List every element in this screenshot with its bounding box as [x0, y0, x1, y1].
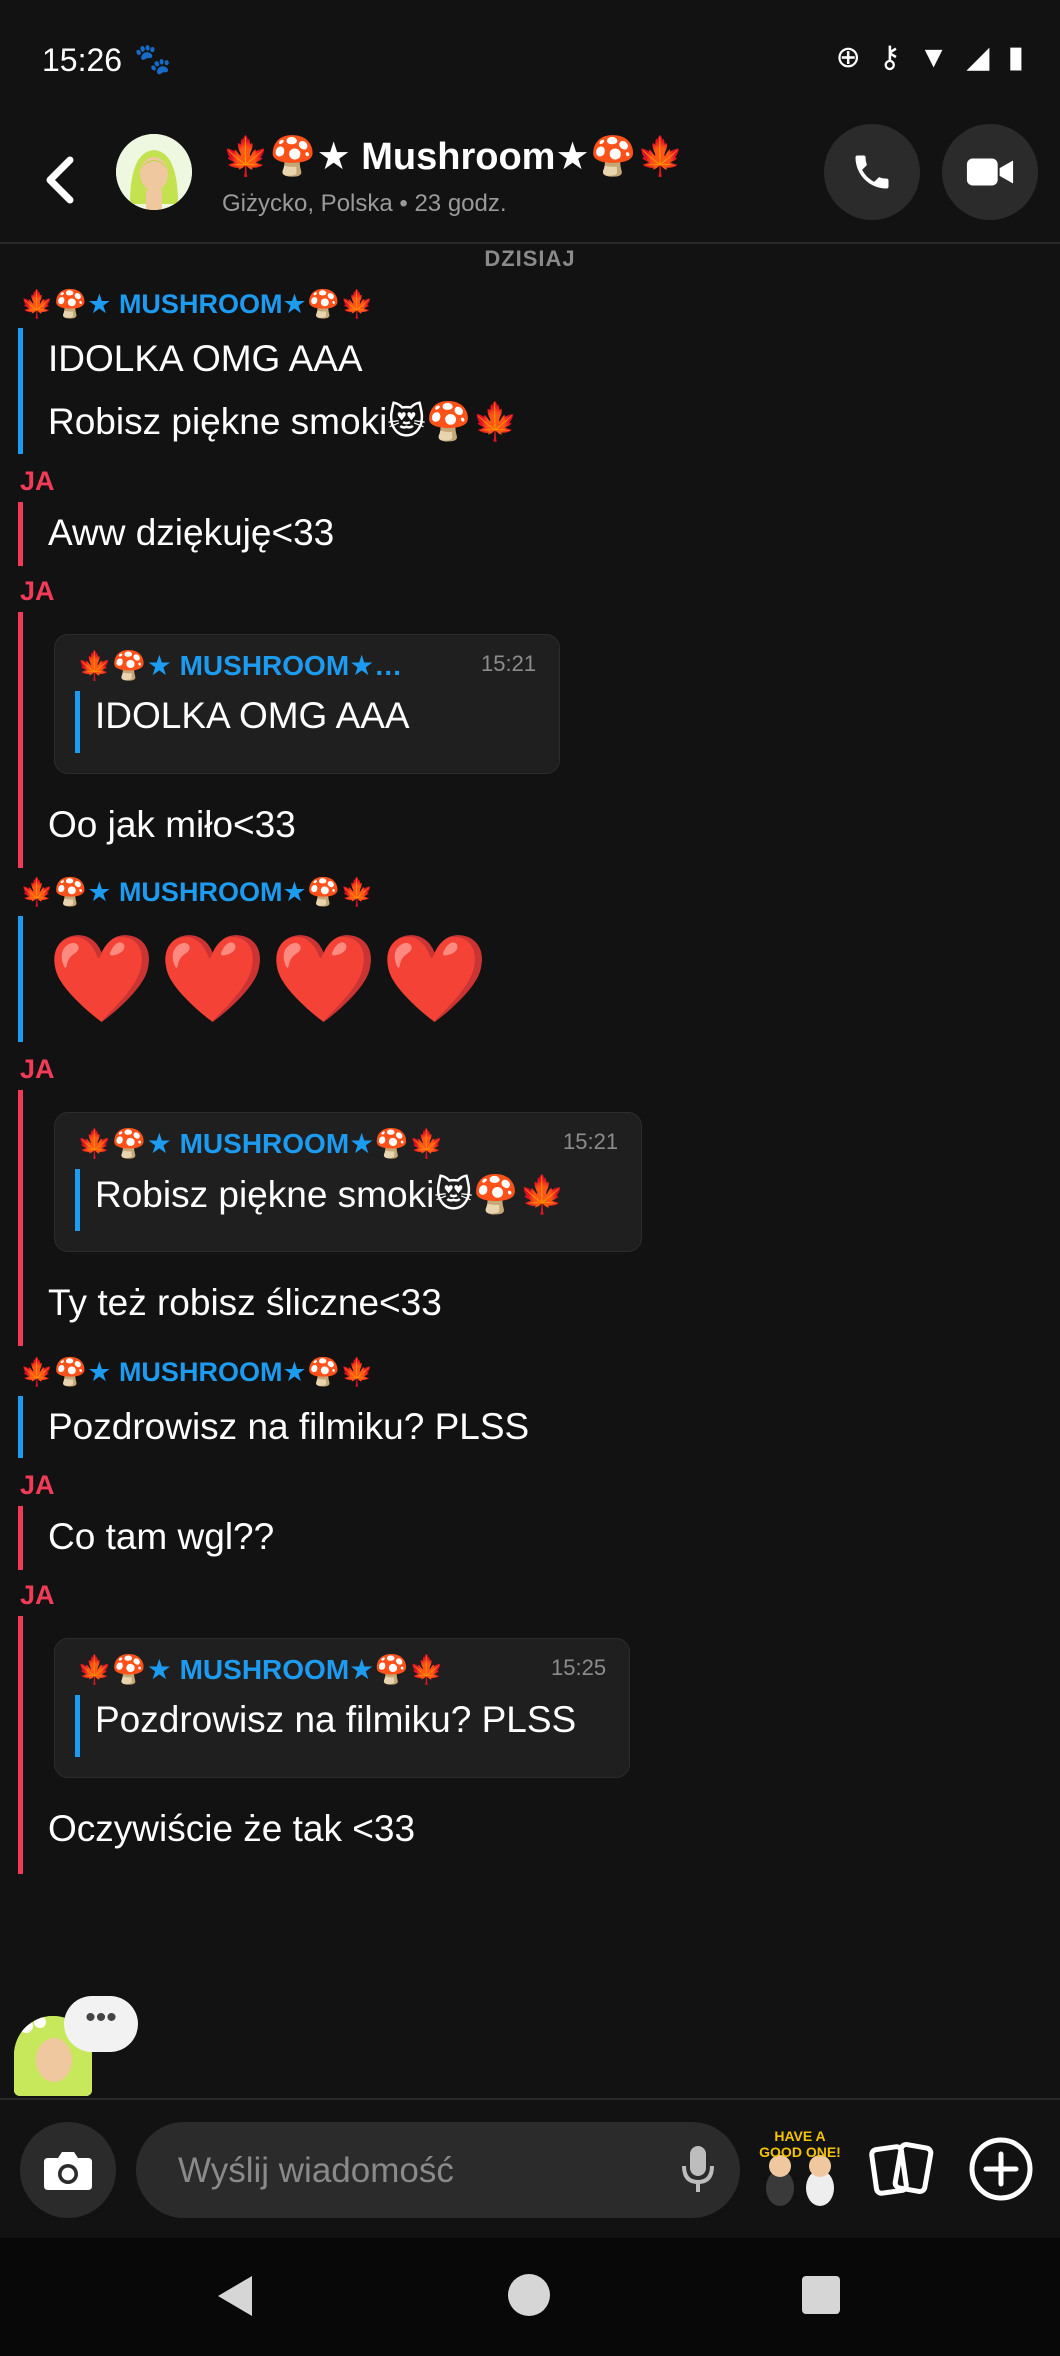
status-icons: ⊕ ⚷ ▼ ◢ ▮ — [836, 40, 1024, 75]
message-text[interactable]: Oo jak miło<33 — [48, 804, 296, 846]
message-text[interactable]: Co tam wgl?? — [48, 1516, 274, 1558]
video-call-button[interactable] — [942, 124, 1038, 220]
message-text[interactable]: Ty też robisz śliczne<33 — [48, 1282, 442, 1324]
battery-icon: ▮ — [1007, 41, 1024, 74]
message-group-bar — [18, 1506, 23, 1570]
message-input-container[interactable] — [136, 2122, 740, 2220]
message-group-bar — [18, 612, 23, 868]
bitmoji-avatar-icon — [116, 134, 192, 210]
call-button[interactable] — [824, 124, 920, 220]
message-group-bar — [18, 916, 23, 1042]
chat-subtitle: Giżycko, Polska • 23 godz. — [222, 190, 507, 217]
status-bar: 15:26 🐾 ⊕ ⚷ ▼ ◢ ▮ — [0, 0, 1060, 120]
message-text[interactable]: IDOLKA OMG AAA — [48, 338, 363, 380]
quoted-sender: 🍁🍄★ MUSHROOM★🍄🍁 — [77, 1654, 444, 1685]
sender-name: JA — [20, 1470, 55, 1500]
nav-recents-button[interactable] — [802, 2276, 840, 2314]
camera-button[interactable] — [20, 2122, 116, 2218]
message-group-bar — [18, 1090, 23, 1346]
chevron-left-icon — [46, 156, 74, 204]
message-group-bar — [18, 328, 23, 454]
quoted-time: 15:21 — [563, 1129, 619, 1154]
message-input[interactable] — [176, 2122, 640, 2220]
system-nav-bar — [0, 2238, 1060, 2356]
message-group-bar — [18, 1396, 23, 1458]
microphone-icon[interactable] — [680, 2144, 716, 2196]
back-button[interactable] — [38, 150, 82, 210]
data-saver-icon: ⊕ — [835, 41, 861, 74]
thought-bubble: ••• — [64, 1996, 138, 2052]
paw-icon: 🐾 — [134, 43, 172, 76]
day-separator: DZISIAJ — [484, 246, 576, 271]
message-text[interactable]: Oczywiście że tak <33 — [48, 1808, 415, 1850]
video-camera-icon — [966, 158, 1014, 186]
message-text[interactable]: Robisz piękne smoki😻🍄🍁 — [48, 400, 518, 444]
sender-name: JA — [20, 466, 55, 496]
quoted-reply[interactable]: 🍁🍄★ MUSHROOM★🍄🍁 15:25 Pozdrowisz na film… — [54, 1638, 630, 1778]
avatar[interactable] — [116, 134, 192, 210]
quoted-reply[interactable]: 🍁🍄★ MUSHROOM★🍄🍁 15:21 Robisz piękne smok… — [54, 1112, 642, 1252]
cards-button[interactable] — [866, 2138, 936, 2202]
sender-name: JA — [20, 576, 55, 606]
sender-name: JA — [20, 1054, 55, 1084]
quote-bar — [75, 1695, 80, 1757]
message-group-bar — [18, 1616, 23, 1874]
message-text[interactable]: Aww dziękuję<33 — [48, 512, 334, 554]
sender-name: 🍁🍄★ MUSHROOM★🍄🍁 — [20, 289, 374, 319]
quoted-text: Robisz piękne smoki😻🍄🍁 — [95, 1174, 566, 1215]
sender-name: 🍁🍄★ MUSHROOM★🍄🍁 — [20, 877, 374, 907]
more-button[interactable] — [968, 2136, 1034, 2202]
quoted-reply[interactable]: 🍁🍄★ MUSHROOM★… 15:21 IDOLKA OMG AAA — [54, 634, 560, 774]
wifi-icon: ▼ — [918, 40, 949, 74]
quoted-text: Pozdrowisz na filmiku? PLSS — [95, 1699, 577, 1740]
nav-back-icon[interactable] — [216, 2274, 256, 2318]
quote-bar — [75, 1169, 80, 1231]
quoted-sender: 🍁🍄★ MUSHROOM★… — [77, 650, 403, 681]
signal-icon: ◢ — [966, 41, 990, 74]
message-text[interactable]: Pozdrowisz na filmiku? PLSS — [48, 1406, 529, 1448]
sticker-caption: HAVE A GOOD ONE! — [759, 2128, 841, 2160]
chat-header: 🍁🍄★ Mushroom★🍄🍁 Giżycko, Polska • 23 god… — [0, 120, 1060, 244]
message-group-bar — [18, 502, 23, 566]
plus-circle-icon — [969, 2137, 1033, 2201]
cards-icon — [869, 2142, 934, 2196]
vpn-key-icon: ⚷ — [878, 41, 901, 74]
quote-bar — [75, 691, 80, 753]
composer-bar: HAVE A GOOD ONE! — [0, 2098, 1060, 2240]
quoted-time: 15:25 — [551, 1655, 607, 1680]
camera-icon — [44, 2152, 92, 2190]
status-time: 15:26 — [42, 42, 123, 78]
quoted-sender: 🍁🍄★ MUSHROOM★🍄🍁 — [77, 1128, 444, 1159]
nav-home-button[interactable] — [508, 2274, 550, 2316]
typing-indicator: ••• — [14, 1996, 138, 2096]
quoted-text: IDOLKA OMG AAA — [95, 695, 410, 736]
hearts-message[interactable]: ❤️❤️❤️❤️ — [48, 936, 492, 1022]
phone-icon — [855, 155, 889, 189]
bitmoji-sticker-button[interactable]: HAVE A GOOD ONE! — [756, 2122, 844, 2218]
sender-name: 🍁🍄★ MUSHROOM★🍄🍁 — [20, 1357, 374, 1387]
quoted-time: 15:21 — [481, 651, 537, 676]
sender-name: JA — [20, 1580, 55, 1610]
chat-title[interactable]: 🍁🍄★ Mushroom★🍄🍁 — [222, 134, 684, 179]
